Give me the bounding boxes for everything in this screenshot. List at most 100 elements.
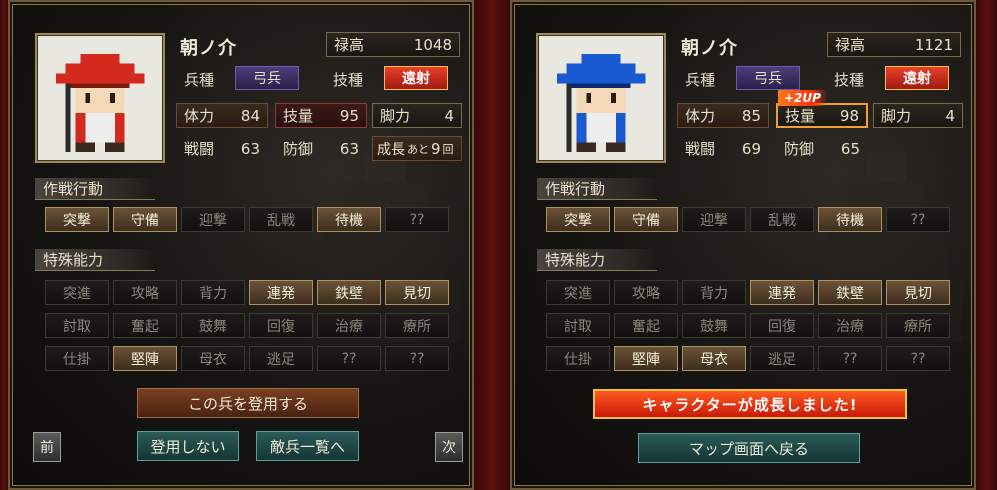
prev-button[interactable]: 前 [33, 432, 61, 462]
archer-sprite-icon [542, 39, 660, 157]
special-button[interactable]: 討取 [45, 313, 109, 338]
special-button[interactable]: 堅陣 [614, 346, 678, 371]
tactics-button[interactable]: 突撃 [546, 207, 610, 232]
stat-value: 98 [839, 106, 859, 125]
stat-label: 脚力 [380, 107, 411, 125]
special-button[interactable]: 療所 [886, 313, 950, 338]
tactics-button[interactable]: ?? [886, 207, 950, 232]
skill-type-chip: 遠射 [885, 66, 949, 90]
special-button[interactable]: 仕掛 [546, 346, 610, 371]
skill-type-label: 技種 [834, 71, 865, 89]
special-button[interactable]: 回復 [249, 313, 313, 338]
decline-button[interactable]: 登用しない [137, 431, 239, 461]
stat-label: 体力 [685, 107, 716, 125]
tactics-button[interactable]: ?? [385, 207, 449, 232]
special-button[interactable]: 連発 [750, 280, 814, 305]
stat-value: 4 [945, 106, 955, 125]
tactics-button[interactable]: 乱戦 [750, 207, 814, 232]
special-button[interactable]: 鼓舞 [181, 313, 245, 338]
special-button[interactable]: 突進 [45, 280, 109, 305]
tactics-section-title: 作戦行動 [35, 178, 155, 200]
growth-unit: 回 [442, 142, 454, 156]
stat-growth: 成長 あと 9 回 [372, 136, 462, 161]
next-button[interactable]: 次 [435, 432, 463, 462]
stat-label: 技量 [283, 107, 314, 125]
special-button[interactable]: 背力 [181, 280, 245, 305]
stat-combat: 戦闘 63 [176, 136, 268, 161]
growth-value: 9 [431, 139, 441, 158]
special-button[interactable]: 背力 [682, 280, 746, 305]
tactics-button[interactable]: 迎撃 [682, 207, 746, 232]
recruit-button[interactable]: この兵を登用する [137, 388, 359, 418]
stat-value: 63 [339, 139, 359, 158]
special-button[interactable]: 逃足 [750, 346, 814, 371]
special-button[interactable]: 鉄壁 [317, 280, 381, 305]
stat-value: 95 [339, 106, 359, 125]
tactics-button[interactable]: 守備 [113, 207, 177, 232]
tactics-button[interactable]: 待機 [818, 207, 882, 232]
special-button[interactable]: ?? [886, 346, 950, 371]
special-button[interactable]: 奮起 [113, 313, 177, 338]
growth-label: 成長 [377, 141, 405, 158]
special-button[interactable]: 母衣 [181, 346, 245, 371]
special-button[interactable]: 療所 [385, 313, 449, 338]
return-to-map-button[interactable]: マップ画面へ戻る [638, 433, 860, 463]
special-button[interactable]: 攻略 [614, 280, 678, 305]
stat-label: 技量 [785, 107, 816, 125]
stat-label: 防御 [283, 140, 314, 158]
stat-label: 脚力 [881, 107, 912, 125]
stat-value: 4 [444, 106, 454, 125]
special-button[interactable]: 仕掛 [45, 346, 109, 371]
special-button[interactable]: ?? [385, 346, 449, 371]
character-name: 朝ノ介 [180, 38, 237, 59]
special-button[interactable]: 鉄壁 [818, 280, 882, 305]
stat-combat: 戦闘 69 [677, 136, 769, 161]
character-portrait [35, 33, 165, 163]
growth-banner: キャラクターが成長しました! [593, 389, 907, 419]
stat-label: 防御 [784, 140, 815, 158]
stat-up-badge: +2UP [778, 90, 827, 106]
tactics-section-title: 作戦行動 [537, 178, 657, 200]
stipend-box: 禄高 1048 [326, 32, 460, 57]
stipend-label: 禄高 [334, 36, 365, 54]
special-button[interactable]: 鼓舞 [682, 313, 746, 338]
stat-skill-amount: 技量 95 [275, 103, 367, 128]
stipend-value: 1121 [914, 35, 953, 54]
special-section-title: 特殊能力 [35, 249, 155, 271]
archer-sprite-icon [41, 39, 159, 157]
special-button[interactable]: 見切 [385, 280, 449, 305]
stat-hp: 体力 85 [677, 103, 769, 128]
stipend-box: 禄高 1121 [827, 32, 961, 57]
special-section-title: 特殊能力 [537, 249, 657, 271]
special-button[interactable]: 治療 [818, 313, 882, 338]
special-button[interactable]: ?? [317, 346, 381, 371]
enemy-list-button[interactable]: 敵兵一覧へ [256, 431, 359, 461]
special-button[interactable]: 堅陣 [113, 346, 177, 371]
special-button[interactable]: 奮起 [614, 313, 678, 338]
special-button[interactable]: 連発 [249, 280, 313, 305]
stipend-value: 1048 [413, 35, 452, 54]
tactics-button[interactable]: 待機 [317, 207, 381, 232]
special-button[interactable]: 回復 [750, 313, 814, 338]
special-button[interactable]: 突進 [546, 280, 610, 305]
tactics-button[interactable]: 突撃 [45, 207, 109, 232]
tactics-button[interactable]: 迎撃 [181, 207, 245, 232]
special-button[interactable]: 見切 [886, 280, 950, 305]
stat-legs: 脚力 4 [873, 103, 963, 128]
character-name: 朝ノ介 [681, 38, 738, 59]
special-button[interactable]: 母衣 [682, 346, 746, 371]
unit-type-label: 兵種 [184, 71, 215, 89]
stat-skill-amount: 技量 98 [776, 103, 868, 128]
tactics-button[interactable]: 守備 [614, 207, 678, 232]
special-button[interactable]: 攻略 [113, 280, 177, 305]
stat-value: 63 [240, 139, 260, 158]
tactics-button[interactable]: 乱戦 [249, 207, 313, 232]
special-button[interactable]: 討取 [546, 313, 610, 338]
unit-type-label: 兵種 [685, 71, 716, 89]
stat-label: 体力 [184, 107, 215, 125]
skill-type-label: 技種 [333, 71, 364, 89]
stat-legs: 脚力 4 [372, 103, 462, 128]
special-button[interactable]: ?? [818, 346, 882, 371]
special-button[interactable]: 治療 [317, 313, 381, 338]
special-button[interactable]: 逃足 [249, 346, 313, 371]
